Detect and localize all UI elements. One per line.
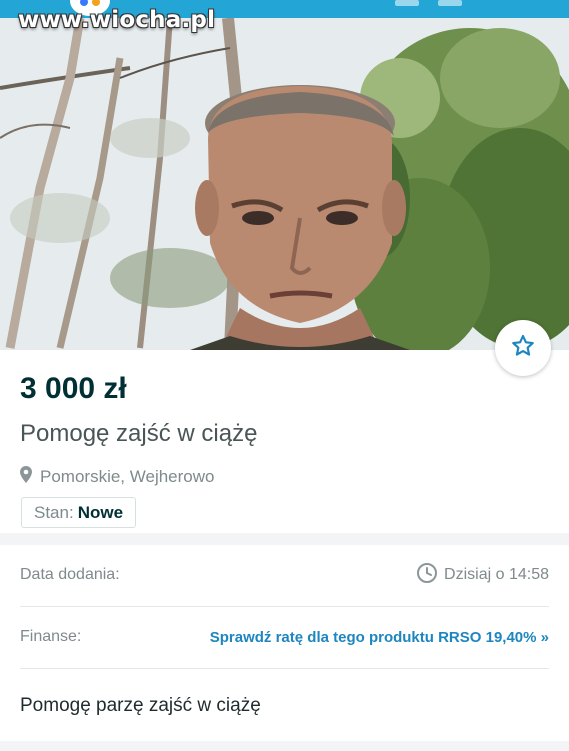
divider bbox=[20, 606, 549, 607]
listing-description: Pomogę parzę zajść w ciążę bbox=[20, 695, 261, 716]
toolbar-icon[interactable] bbox=[395, 0, 419, 6]
condition-badge: Stan: Nowe bbox=[21, 497, 137, 528]
installment-check-link[interactable]: Sprawdź ratę dla tego produktu RRSO 19,4… bbox=[210, 629, 549, 646]
condition-value: Nowe bbox=[77, 502, 124, 522]
listing-photo-illustration bbox=[0, 18, 569, 350]
date-added-value: Dzisiaj o 14:58 bbox=[416, 562, 549, 589]
star-outline-icon bbox=[510, 333, 536, 364]
listing-title: Pomogę zajść w ciążę bbox=[20, 420, 258, 447]
map-pin-icon bbox=[20, 466, 32, 488]
finance-row: Finanse: Sprawdź ratę dla tego produktu … bbox=[20, 624, 549, 650]
location-text: Pomorskie, Wejherowo bbox=[40, 467, 215, 486]
clock-icon bbox=[416, 562, 438, 589]
date-added-label: Data dodania: bbox=[20, 566, 120, 583]
finance-label: Finanse: bbox=[20, 628, 82, 645]
condition-label: Stan: bbox=[34, 502, 74, 522]
favorite-button[interactable] bbox=[495, 320, 551, 376]
toolbar-icon[interactable] bbox=[438, 0, 462, 6]
bottom-separator bbox=[0, 741, 569, 751]
listing-photo[interactable] bbox=[0, 18, 569, 350]
date-added-row: Data dodania: Dzisiaj o 14:58 bbox=[20, 562, 549, 588]
date-added-text: Dzisiaj o 14:58 bbox=[444, 566, 549, 583]
watermark: www.wiocha.pl bbox=[18, 7, 216, 33]
listing-price: 3 000 zł bbox=[20, 372, 127, 405]
listing-location[interactable]: Pomorskie, Wejherowo bbox=[20, 466, 214, 488]
divider bbox=[20, 668, 549, 669]
